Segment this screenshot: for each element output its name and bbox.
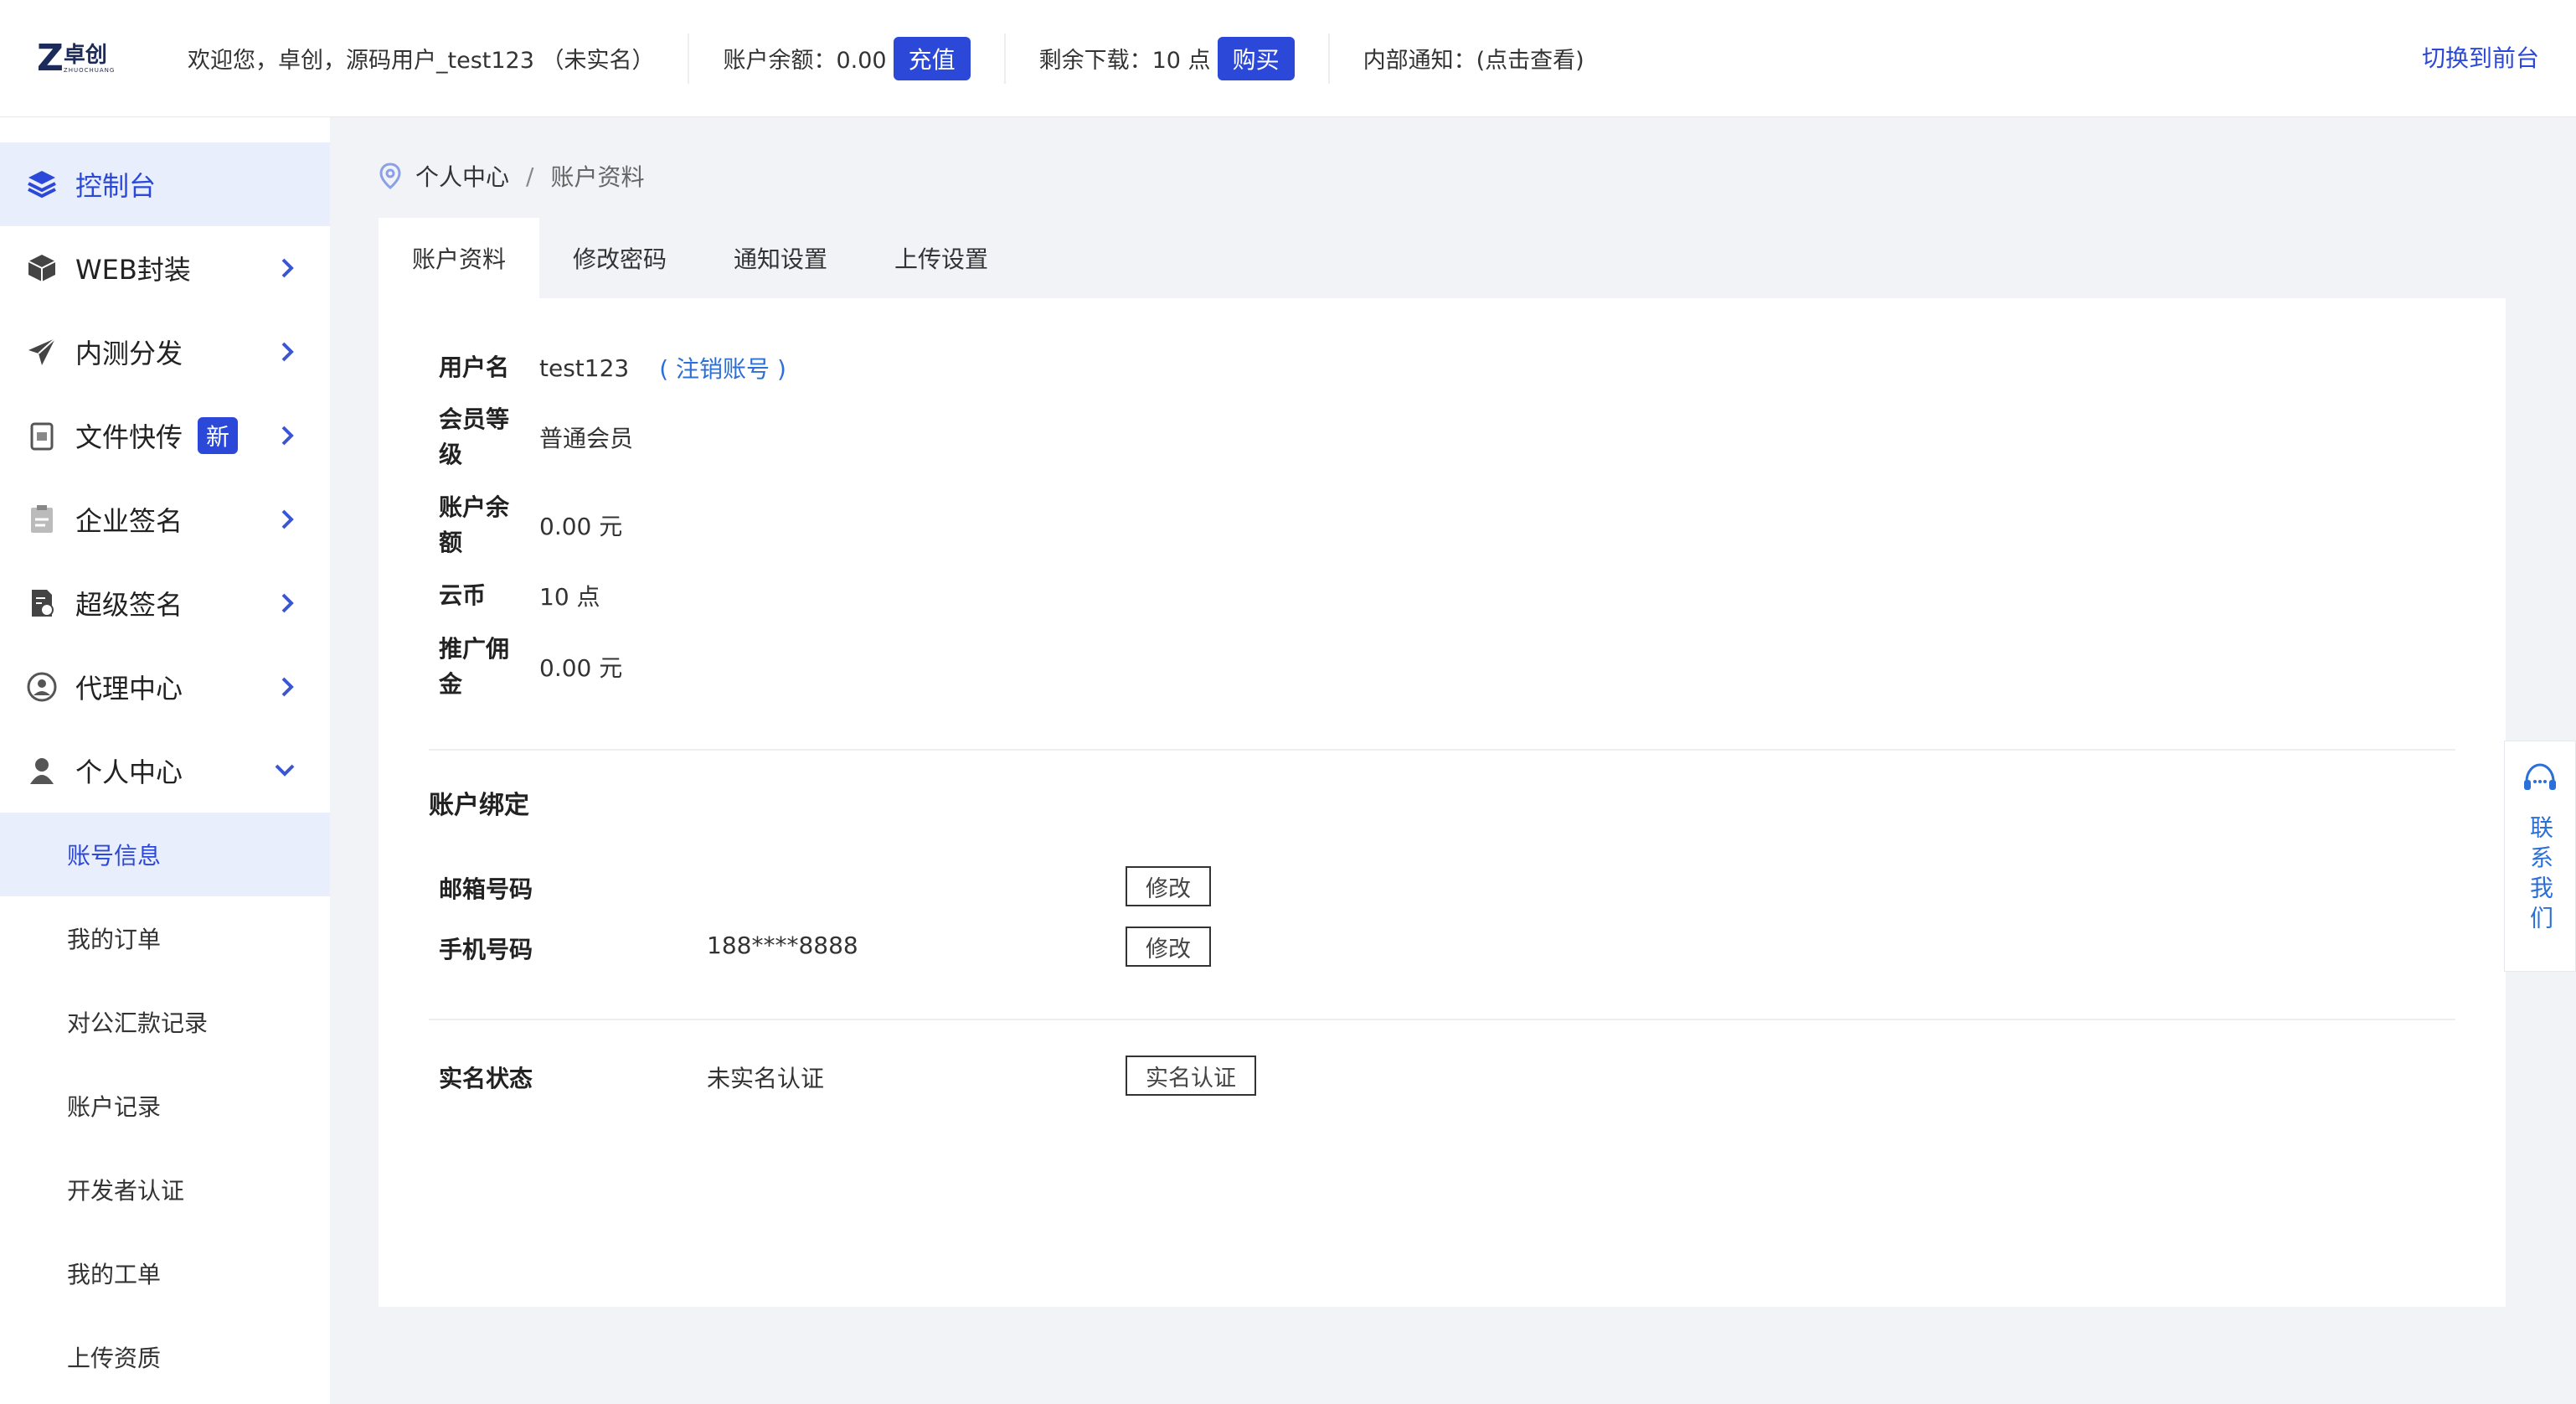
edit-email-button[interactable]: 修改 — [1126, 866, 1211, 906]
balance-label: 账户余 — [439, 493, 510, 521]
email-label: 邮箱号码 — [439, 875, 533, 903]
sidebar-item-label: 个人中心 — [75, 756, 183, 788]
welcome-text: 欢迎您，卓创，源码用户_test123 （未实名） — [188, 48, 655, 74]
contact-us-widget[interactable]: 联系我们 — [2504, 741, 2576, 972]
package-icon — [23, 250, 60, 286]
username-value: test123 — [539, 354, 630, 382]
sidebar-subitem-my-tickets[interactable]: 我的工单 — [0, 1231, 330, 1315]
chevron-right-icon — [280, 508, 296, 531]
realname-verify-button[interactable]: 实名认证 — [1126, 1056, 1256, 1096]
tab-account-profile[interactable]: 账户资料 — [379, 218, 540, 298]
member-level-value: 普通会员 — [539, 425, 634, 452]
member-level-label: 会员等 — [439, 405, 510, 433]
chevron-right-icon — [280, 675, 296, 699]
logo-mark: Z — [37, 37, 64, 80]
sidebar-item-agent-center[interactable]: 代理中心 — [0, 645, 330, 729]
member-level-row: 会员等级 普通会员 — [439, 402, 633, 472]
commission-label: 推广佣 — [439, 635, 510, 663]
divider — [688, 33, 690, 84]
balance-value: 0.00 元 — [539, 513, 623, 540]
headset-icon — [2522, 761, 2558, 798]
divider — [1327, 33, 1330, 84]
buy-button[interactable]: 购买 — [1217, 36, 1295, 80]
breadcrumb-parent[interactable]: 个人中心 — [415, 159, 509, 193]
commission-value: 0.00 元 — [539, 654, 623, 682]
chevron-right-icon — [280, 256, 296, 280]
main-panel: 账户资料 修改密码 通知设置 上传设置 用户名 test123 ( 注销账号 )… — [379, 218, 2506, 1307]
sidebar-item-super-signing[interactable]: 超级签名 — [0, 561, 330, 645]
chevron-down-icon — [273, 762, 296, 779]
top-bar: Z 卓创 ZHUOCHUANG 欢迎您，卓创，源码用户_test123 （未实名… — [0, 0, 2576, 117]
logo[interactable]: Z 卓创 ZHUOCHUANG — [37, 34, 154, 84]
commission-row: 推广佣金 0.00 元 — [439, 632, 622, 702]
sidebar-item-label: 内测分发 — [75, 338, 183, 369]
recharge-button[interactable]: 充值 — [893, 36, 971, 80]
sidebar-item-file-transfer[interactable]: 文件快传 新 — [0, 394, 330, 477]
realname-value: 未实名认证 — [707, 1065, 825, 1092]
chevron-right-icon — [280, 340, 296, 364]
tab-notification-settings[interactable]: 通知设置 — [700, 218, 861, 298]
clipboard-icon — [23, 501, 60, 538]
sidebar-subitem-account-records[interactable]: 账户记录 — [0, 1064, 330, 1148]
balance-label-2: 额 — [439, 529, 463, 556]
balance-row: 账户余额 0.00 元 — [439, 490, 622, 560]
member-level-label-2: 级 — [439, 441, 463, 468]
coin-value: 10 点 — [539, 583, 600, 611]
sidebar-item-label: 控制台 — [75, 170, 157, 202]
sidebar-item-beta-distribution[interactable]: 内测分发 — [0, 310, 330, 394]
sidebar-item-enterprise-signing[interactable]: 企业签名 — [0, 477, 330, 561]
coin-row: 云币 10 点 — [439, 578, 600, 613]
sidebar-item-label: 企业签名 — [75, 505, 183, 537]
sidebar: 控制台 WEB封装 内测分发 文件快传 新 企业签名 超级签名 代理中心 个人中… — [0, 117, 330, 1404]
signed-document-icon — [23, 585, 60, 622]
switch-to-frontend-link[interactable]: 切换到前台 — [2422, 40, 2539, 74]
agent-icon — [23, 668, 60, 705]
contact-us-label: 联系我们 — [2527, 815, 2554, 936]
logo-subtext: ZHUOCHUANG — [63, 66, 116, 74]
sidebar-subitem-corporate-remittance[interactable]: 对公汇款记录 — [0, 980, 330, 1064]
divider — [429, 1019, 2455, 1020]
tab-change-password[interactable]: 修改密码 — [539, 218, 700, 298]
username-label: 用户名 — [439, 354, 510, 381]
chevron-right-icon — [280, 424, 296, 447]
layers-icon — [23, 166, 60, 203]
coin-label: 云币 — [439, 581, 487, 609]
sidebar-item-label: 文件快传 — [75, 421, 183, 453]
chevron-right-icon — [280, 591, 296, 615]
sidebar-item-dashboard[interactable]: 控制台 — [0, 142, 330, 226]
breadcrumb-separator: / — [526, 162, 534, 190]
sidebar-subitem-my-orders[interactable]: 我的订单 — [0, 896, 330, 980]
commission-label-2: 金 — [439, 670, 463, 698]
downloads-text: 剩余下载：10 点 — [1038, 48, 1211, 74]
sidebar-subitem-developer-verification[interactable]: 开发者认证 — [0, 1148, 330, 1231]
account-binding-title: 账户绑定 — [429, 791, 529, 820]
cancel-account-link[interactable]: ( 注销账号 ) — [659, 351, 786, 385]
divider — [429, 749, 2455, 751]
sidebar-item-label: 超级签名 — [75, 589, 183, 621]
sidebar-item-personal-center[interactable]: 个人中心 — [0, 729, 330, 813]
phone-label: 手机号码 — [439, 936, 533, 963]
breadcrumb: 个人中心 / 账户资料 — [379, 159, 644, 193]
internal-notice-link[interactable]: 内部通知：(点击查看) — [1363, 42, 1584, 75]
username-row: 用户名 test123 ( 注销账号 ) — [439, 350, 786, 385]
realname-label: 实名状态 — [439, 1065, 533, 1092]
sidebar-item-label: 代理中心 — [75, 673, 183, 705]
phone-value: 188****8888 — [707, 932, 858, 959]
tab-upload-settings[interactable]: 上传设置 — [861, 218, 1022, 298]
tab-bar: 账户资料 修改密码 通知设置 上传设置 — [379, 218, 2506, 298]
balance-text: 账户余额：0.00 — [723, 48, 887, 74]
sidebar-item-web-wrap[interactable]: WEB封装 — [0, 226, 330, 310]
file-transfer-icon — [23, 417, 60, 454]
sidebar-subitem-account-info[interactable]: 账号信息 — [0, 813, 330, 896]
paper-plane-icon — [23, 333, 60, 370]
user-icon — [23, 752, 60, 789]
sidebar-subitem-upload-qualifications[interactable]: 上传资质 — [0, 1315, 330, 1399]
new-badge: 新 — [198, 417, 239, 454]
logo-text: 卓创 — [63, 42, 107, 68]
breadcrumb-current: 账户资料 — [550, 163, 645, 191]
divider — [1003, 33, 1006, 84]
location-pin-icon — [379, 163, 402, 189]
edit-phone-button[interactable]: 修改 — [1126, 927, 1211, 967]
sidebar-item-label: WEB封装 — [75, 254, 191, 286]
